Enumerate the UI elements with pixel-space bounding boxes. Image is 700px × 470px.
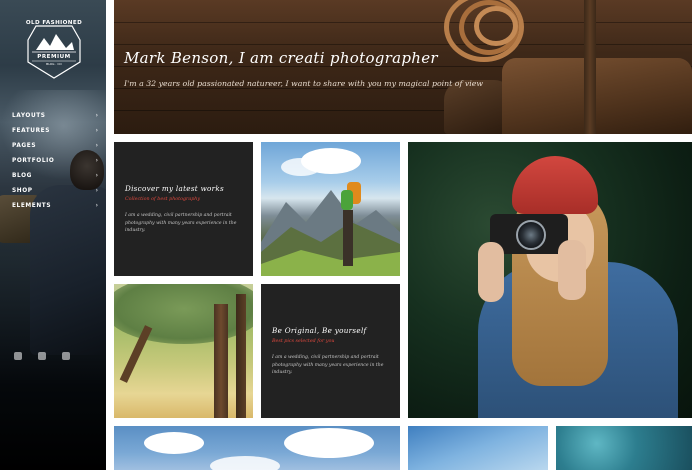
card-body: I am a wedding, civil partnership and po… bbox=[125, 213, 237, 234]
tree-trunk-image bbox=[214, 304, 228, 418]
card-heading: Discover my latest works bbox=[125, 184, 225, 193]
chevron-right-icon: › bbox=[95, 142, 98, 149]
cloud-shape bbox=[284, 428, 374, 458]
nav-item-label: BLOG bbox=[12, 172, 32, 179]
logo[interactable]: OLD FASHIONED COMPANY PREMIUM BLOG · CO bbox=[22, 18, 86, 82]
nav-item-features[interactable]: FEATURES › bbox=[12, 123, 98, 138]
chevron-right-icon: › bbox=[95, 187, 98, 194]
hero-rope-image bbox=[474, 6, 518, 46]
nav-item-elements[interactable]: ELEMENTS › bbox=[12, 198, 98, 213]
cloud-shape bbox=[210, 456, 280, 470]
nav-item-pages[interactable]: PAGES › bbox=[12, 138, 98, 153]
sidebar: OLD FASHIONED COMPANY PREMIUM BLOG · CO … bbox=[0, 0, 106, 470]
facebook-icon[interactable] bbox=[14, 352, 22, 360]
chevron-right-icon: › bbox=[95, 202, 98, 209]
page: OLD FASHIONED COMPANY PREMIUM BLOG · CO … bbox=[0, 0, 700, 470]
latest-works-card[interactable]: Discover my latest works Collection of b… bbox=[114, 142, 253, 276]
card-subheading: Collection of best photography bbox=[125, 197, 201, 202]
social-links bbox=[14, 352, 70, 360]
ocean-photo[interactable] bbox=[556, 426, 692, 470]
card-body: I am a wedding, civil partnership and po… bbox=[272, 355, 384, 376]
twitter-icon[interactable] bbox=[38, 352, 46, 360]
nav-item-label: FEATURES bbox=[12, 127, 51, 134]
main-nav: LAYOUTS › FEATURES › PAGES › PORTFOLIO ›… bbox=[12, 108, 98, 213]
mountain-hiker-photo[interactable] bbox=[261, 142, 400, 276]
blue-sky-photo[interactable] bbox=[408, 426, 548, 470]
hiker-legs-image bbox=[343, 210, 353, 266]
mountain-shapes bbox=[261, 190, 400, 276]
camera-lens-icon bbox=[516, 220, 546, 250]
chevron-right-icon: › bbox=[95, 172, 98, 179]
red-beanie-image bbox=[512, 156, 598, 214]
hero-bag-strap bbox=[584, 0, 596, 134]
logo-badge-icon bbox=[27, 25, 81, 79]
hand-image bbox=[558, 240, 586, 300]
nav-item-layouts[interactable]: LAYOUTS › bbox=[12, 108, 98, 123]
logo-tagline: BLOG · CO bbox=[46, 62, 62, 66]
hero-subtitle: I'm a 32 years old passionated natureer,… bbox=[124, 79, 484, 88]
logo-premium: PREMIUM bbox=[37, 54, 71, 60]
nav-item-label: PAGES bbox=[12, 142, 37, 149]
card-subheading: Best pics selected for you bbox=[272, 339, 335, 344]
clouds-sky-photo[interactable] bbox=[114, 426, 400, 470]
chevron-right-icon: › bbox=[95, 112, 98, 119]
wood-plank-line bbox=[114, 22, 692, 23]
nav-item-blog[interactable]: BLOG › bbox=[12, 168, 98, 183]
nav-item-portfolio[interactable]: PORTFOLIO › bbox=[12, 153, 98, 168]
photographer-girl-photo[interactable] bbox=[408, 142, 692, 418]
hero-banner: Mark Benson, I am creati photographer I'… bbox=[114, 0, 692, 134]
logo-company: COMPANY bbox=[44, 44, 64, 48]
tree-trunk-image bbox=[236, 294, 246, 418]
card-heading: Be Original, Be yourself bbox=[272, 326, 367, 335]
chevron-right-icon: › bbox=[95, 157, 98, 164]
cloud-shape bbox=[144, 432, 204, 454]
wood-plank-line bbox=[114, 44, 692, 45]
hero-bag-image bbox=[502, 58, 692, 134]
hand-image bbox=[478, 242, 504, 302]
nav-item-shop[interactable]: SHOP › bbox=[12, 183, 98, 198]
hiker-shirt-image bbox=[341, 190, 353, 210]
tree-canopy-image bbox=[114, 284, 253, 344]
nav-item-label: PORTFOLIO bbox=[12, 157, 55, 164]
chevron-right-icon: › bbox=[95, 127, 98, 134]
nav-item-label: ELEMENTS bbox=[12, 202, 52, 209]
cloud-shape bbox=[281, 158, 321, 176]
nav-item-label: SHOP bbox=[12, 187, 33, 194]
be-original-card[interactable]: Be Original, Be yourself Best pics selec… bbox=[261, 284, 400, 418]
logo-title: OLD FASHIONED bbox=[25, 20, 83, 26]
nav-item-label: LAYOUTS bbox=[12, 112, 46, 119]
instagram-icon[interactable] bbox=[62, 352, 70, 360]
tree-landscape-photo[interactable] bbox=[114, 284, 253, 418]
hero-title: Mark Benson, I am creati photographer bbox=[124, 49, 438, 67]
